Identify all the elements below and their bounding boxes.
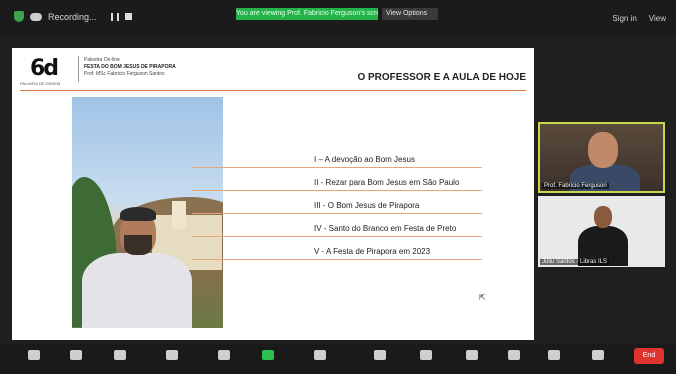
sign-in-button[interactable]: Sign in xyxy=(612,14,636,23)
camera-icon xyxy=(70,350,82,360)
logo: 6d PALAVRA DE ORDEM xyxy=(20,56,72,86)
meta-line-2: FESTA DO BOM JESUS DE PIRAPORA xyxy=(84,64,176,70)
divider xyxy=(78,56,79,82)
shield-icon[interactable] xyxy=(14,11,24,22)
slide-title: O PROFESSOR E A AULA DE HOJE xyxy=(357,72,526,83)
microphone-icon xyxy=(28,350,40,360)
more-icon xyxy=(592,350,604,360)
screen-share-banner: You are viewing Prof. Fabricio Ferguson'… xyxy=(236,8,378,20)
security-button[interactable] xyxy=(114,350,130,362)
apps-button[interactable] xyxy=(508,350,524,362)
mouse-cursor-icon: ⇱ xyxy=(479,293,486,302)
whiteboards-button[interactable] xyxy=(548,350,564,362)
topic-text: III - O Bom Jesus de Pirapora xyxy=(314,201,420,210)
participant-name: Juliu Santos - Libras ILS xyxy=(540,259,610,265)
topic-text: IV - Santo do Branco em Festa de Preto xyxy=(314,224,457,233)
participant-head xyxy=(588,132,618,168)
more-button[interactable] xyxy=(592,350,608,362)
mute-button[interactable] xyxy=(28,350,44,362)
breakout-rooms-button[interactable] xyxy=(420,350,436,362)
topic-item: I – A devoção ao Bom Jesus xyxy=(192,152,492,175)
captions-icon xyxy=(374,350,386,360)
apps-icon xyxy=(508,350,520,360)
topic-list: I – A devoção ao Bom Jesus II - Rezar pa… xyxy=(192,152,492,267)
slide-meta: Palestra On-line FESTA DO BOM JESUS DE P… xyxy=(84,57,176,78)
topic-underline xyxy=(192,236,482,237)
record-button[interactable] xyxy=(314,350,330,362)
topic-item: IV - Santo do Branco em Festa de Preto xyxy=(192,221,492,244)
reactions-icon xyxy=(466,350,478,360)
top-right-controls: Sign in View xyxy=(612,14,666,23)
participant-tile-interpreter[interactable]: Juliu Santos - Libras ILS xyxy=(538,196,665,267)
end-meeting-button[interactable]: End xyxy=(634,348,664,364)
topic-item: III - O Bom Jesus de Pirapora xyxy=(192,198,492,221)
topic-underline xyxy=(192,259,482,260)
chat-icon xyxy=(218,350,230,360)
meta-line-1: Palestra On-line xyxy=(84,57,120,63)
view-button[interactable]: View xyxy=(649,14,666,23)
photo-hair xyxy=(120,207,156,221)
participants-button[interactable] xyxy=(166,350,182,362)
participants-icon xyxy=(166,350,178,360)
participant-tile-speaker[interactable]: Prof. Fabricio Ferguson xyxy=(538,122,665,193)
topic-text: V - A Festa de Pirapora em 2023 xyxy=(314,247,431,256)
shield-icon xyxy=(114,350,126,360)
stop-recording-icon[interactable] xyxy=(124,13,132,20)
participant-head xyxy=(594,206,612,228)
topic-text: II - Rezar para Bom Jesus em São Paulo xyxy=(314,178,460,187)
participant-name: Prof. Fabricio Ferguson xyxy=(542,183,609,189)
video-button[interactable] xyxy=(70,350,86,362)
topic-underline xyxy=(192,190,482,191)
view-options-button[interactable]: View Options xyxy=(382,8,438,20)
logo-mark: 6d xyxy=(30,56,59,81)
share-screen-icon xyxy=(262,350,274,360)
shared-slide: 6d PALAVRA DE ORDEM Palestra On-line FES… xyxy=(12,48,534,340)
topic-text: I – A devoção ao Bom Jesus xyxy=(314,155,415,164)
record-icon xyxy=(314,350,326,360)
whiteboard-icon xyxy=(548,350,560,360)
cloud-recording-icon xyxy=(30,12,42,21)
topic-underline xyxy=(192,167,482,168)
topic-item: II - Rezar para Bom Jesus em São Paulo xyxy=(192,175,492,198)
recording-label: Recording... xyxy=(48,11,97,22)
topic-item: V - A Festa de Pirapora em 2023 xyxy=(192,244,492,267)
recording-status: Recording... xyxy=(14,11,132,22)
show-captions-button[interactable] xyxy=(374,350,390,362)
reactions-button[interactable] xyxy=(466,350,482,362)
meeting-toolbar xyxy=(0,344,676,374)
breakout-rooms-icon xyxy=(420,350,432,360)
photo-church-tower xyxy=(172,201,186,229)
top-bar: Recording... You are viewing Prof. Fabri… xyxy=(0,0,676,36)
chat-button[interactable] xyxy=(218,350,234,362)
title-rule xyxy=(20,90,526,91)
topic-underline xyxy=(192,213,482,214)
pause-recording-icon[interactable] xyxy=(110,12,119,21)
share-screen-button[interactable] xyxy=(262,350,278,362)
photo-beard xyxy=(124,235,152,255)
logo-subtitle: PALAVRA DE ORDEM xyxy=(20,81,61,86)
meta-line-3: Prof. MSc Fabricio Ferguson Santos xyxy=(84,71,165,77)
photo-shirt xyxy=(82,253,192,328)
